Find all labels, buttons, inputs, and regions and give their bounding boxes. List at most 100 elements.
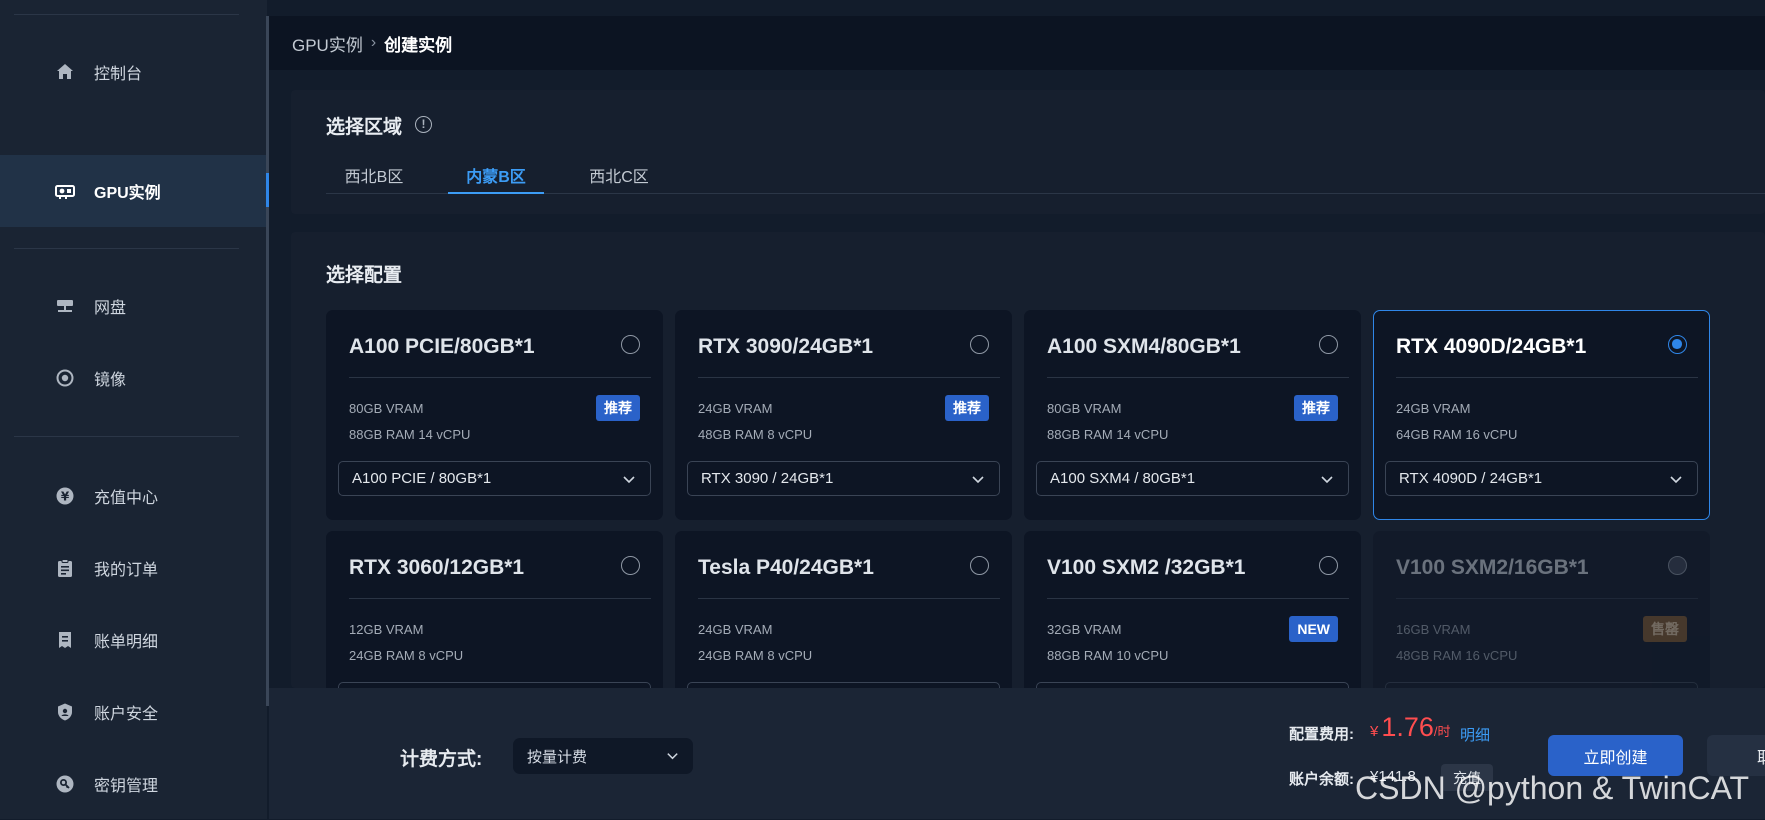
config-section-title: 选择配置 bbox=[326, 265, 403, 286]
breadcrumb-separator: › bbox=[370, 34, 377, 51]
sidebar-item-dashboard[interactable]: 控制台 bbox=[0, 36, 267, 108]
card-vram: 24GB VRAM bbox=[1396, 401, 1471, 416]
card-vram: 12GB VRAM bbox=[349, 622, 424, 637]
gpu-card-rtx-4090d[interactable]: RTX 4090D/24GB*1 24GB VRAM 64GB RAM 16 v… bbox=[1373, 310, 1710, 520]
card-spec: 48GB RAM 16 vCPU bbox=[1396, 648, 1518, 663]
card-vram: 24GB VRAM bbox=[698, 401, 773, 416]
card-title: V100 SXM2/16GB*1 bbox=[1396, 556, 1589, 579]
bill-icon bbox=[54, 629, 76, 651]
card-divider bbox=[349, 598, 651, 599]
select-value: 按量计费 bbox=[527, 748, 588, 766]
chevron-down-icon bbox=[1670, 476, 1682, 484]
yen-coin-icon: ¥ bbox=[54, 485, 76, 507]
sidebar-item-bill-details[interactable]: 账单明细 bbox=[0, 604, 267, 676]
gpu-card-rtx-3090[interactable]: RTX 3090/24GB*1 24GB VRAM 48GB RAM 8 vCP… bbox=[675, 310, 1012, 520]
breadcrumb-current: 创建实例 bbox=[384, 35, 453, 55]
select-value: RTX 3090 / 24GB*1 bbox=[701, 470, 834, 487]
gpu-card-tesla-p40[interactable]: Tesla P40/24GB*1 24GB VRAM 24GB RAM 8 vC… bbox=[675, 531, 1012, 688]
sidebar-item-my-orders[interactable]: 我的订单 bbox=[0, 532, 267, 604]
price-detail-link[interactable]: 明细 bbox=[1460, 724, 1490, 745]
tab-region-northwest-b[interactable]: 西北B区 bbox=[326, 158, 422, 192]
svg-text:¥: ¥ bbox=[61, 490, 70, 504]
select-value: A100 SXM4 / 80GB*1 bbox=[1050, 470, 1196, 487]
gpu-model-select[interactable]: A100 SXM4 / 80GB*1 bbox=[1036, 461, 1349, 496]
tab-region-northwest-c[interactable]: 西北C区 bbox=[571, 158, 667, 192]
card-title: RTX 3090/24GB*1 bbox=[698, 335, 874, 358]
breadcrumb: GPU实例 › 创建实例 bbox=[292, 16, 452, 70]
recommend-badge: 推荐 bbox=[945, 395, 989, 421]
card-divider bbox=[1047, 377, 1349, 378]
sidebar-item-key-management[interactable]: 密钥管理 bbox=[0, 748, 267, 820]
card-radio[interactable] bbox=[970, 556, 989, 575]
gpu-model-select[interactable]: RTX 3090 / 24GB*1 bbox=[687, 461, 1000, 496]
gpu-model-select[interactable]: A100 PCIE / 80GB*1 bbox=[338, 461, 651, 496]
sidebar-divider bbox=[14, 436, 239, 437]
chevron-down-icon bbox=[1321, 476, 1333, 484]
card-radio bbox=[1668, 556, 1687, 575]
region-section-title: 选择区域 bbox=[326, 117, 403, 138]
shield-icon bbox=[54, 701, 76, 723]
tab-region-inner-mongolia-b[interactable]: 内蒙B区 bbox=[448, 158, 544, 194]
card-radio[interactable] bbox=[1319, 335, 1338, 354]
card-spec: 24GB RAM 8 vCPU bbox=[698, 648, 813, 663]
billing-method-select[interactable]: 按量计费 bbox=[513, 738, 693, 774]
gpu-card-a100-pcie[interactable]: A100 PCIE/80GB*1 80GB VRAM 88GB RAM 14 v… bbox=[326, 310, 663, 520]
mirror-icon bbox=[54, 367, 76, 389]
card-spec: 88GB RAM 10 vCPU bbox=[1047, 648, 1169, 663]
sidebar-item-label: 控制台 bbox=[94, 66, 143, 83]
sidebar-item-label: 账户安全 bbox=[94, 706, 159, 723]
sidebar-item-account-security[interactable]: 账户安全 bbox=[0, 676, 267, 748]
sidebar-item-network-disk[interactable]: 网盘 bbox=[0, 270, 267, 342]
price: ¥ 1.76 /时 bbox=[1370, 712, 1451, 743]
card-divider bbox=[1396, 598, 1698, 599]
card-divider bbox=[349, 377, 651, 378]
card-title: A100 SXM4/80GB*1 bbox=[1047, 335, 1241, 358]
card-title: A100 PCIE/80GB*1 bbox=[349, 335, 535, 358]
sidebar-item-gpu-instance[interactable]: GPU实例 bbox=[0, 155, 267, 227]
card-vram: 80GB VRAM bbox=[349, 401, 424, 416]
gpu-model-select[interactable]: RTX 4090D / 24GB*1 bbox=[1385, 461, 1698, 496]
clipboard-icon bbox=[54, 557, 76, 579]
sidebar-scrollbar-track[interactable] bbox=[266, 16, 269, 706]
home-icon bbox=[54, 61, 76, 83]
breadcrumb-parent[interactable]: GPU实例 bbox=[292, 31, 363, 56]
price-value: 1.76 bbox=[1381, 712, 1434, 742]
card-spec: 88GB RAM 14 vCPU bbox=[349, 427, 471, 442]
sidebar-active-indicator bbox=[266, 173, 269, 207]
chevron-down-icon bbox=[667, 753, 678, 760]
price-currency: ¥ bbox=[1370, 723, 1379, 740]
region-tabs: 西北B区 内蒙B区 西北C区 bbox=[326, 158, 1765, 194]
sidebar-item-label: GPU实例 bbox=[94, 185, 161, 202]
card-radio[interactable] bbox=[621, 556, 640, 575]
top-bar: GPU实例 › 创建实例 bbox=[269, 16, 1765, 70]
gpu-card-v100-sxm2-32[interactable]: V100 SXM2 /32GB*1 32GB VRAM 88GB RAM 10 … bbox=[1024, 531, 1361, 688]
card-vram: 16GB VRAM bbox=[1396, 622, 1471, 637]
sidebar-item-mirror[interactable]: 镜像 bbox=[0, 342, 267, 414]
select-value: RTX 4090D / 24GB*1 bbox=[1399, 470, 1543, 487]
sidebar-item-recharge-center[interactable]: ¥ 充值中心 bbox=[0, 460, 267, 532]
card-radio[interactable] bbox=[1319, 556, 1338, 575]
gpu-card-rtx-3060[interactable]: RTX 3060/12GB*1 12GB VRAM 24GB RAM 8 vCP… bbox=[326, 531, 663, 688]
card-spec: 48GB RAM 8 vCPU bbox=[698, 427, 813, 442]
card-vram: 80GB VRAM bbox=[1047, 401, 1122, 416]
card-radio[interactable] bbox=[621, 335, 640, 354]
balance-label: 账户余额: bbox=[1289, 771, 1354, 788]
sidebar: 控制台 GPU实例 网盘 镜像 ¥ 充值中心 我的订单 账单明细 账户安全 密钥… bbox=[0, 0, 267, 819]
card-vram: 32GB VRAM bbox=[1047, 622, 1122, 637]
sidebar-item-label: 账单明细 bbox=[94, 634, 159, 651]
gpu-card-a100-sxm4[interactable]: A100 SXM4/80GB*1 80GB VRAM 88GB RAM 14 v… bbox=[1024, 310, 1361, 520]
card-radio[interactable] bbox=[970, 335, 989, 354]
sidebar-item-label: 充值中心 bbox=[94, 490, 159, 507]
price-unit: /时 bbox=[1433, 724, 1451, 739]
card-title: RTX 3060/12GB*1 bbox=[349, 556, 525, 579]
card-title: V100 SXM2 /32GB*1 bbox=[1047, 556, 1246, 579]
card-radio-selected[interactable] bbox=[1668, 335, 1687, 354]
sidebar-item-label: 镜像 bbox=[94, 372, 127, 389]
sold-out-badge: 售罄 bbox=[1643, 616, 1687, 642]
watermark: CSDN @python & TwinCAT bbox=[1355, 770, 1750, 806]
card-spec: 88GB RAM 14 vCPU bbox=[1047, 427, 1169, 442]
info-icon[interactable]: ! bbox=[415, 116, 432, 133]
sidebar-item-label: 网盘 bbox=[94, 300, 127, 317]
recommend-badge: 推荐 bbox=[596, 395, 640, 421]
new-badge: NEW bbox=[1289, 616, 1338, 642]
